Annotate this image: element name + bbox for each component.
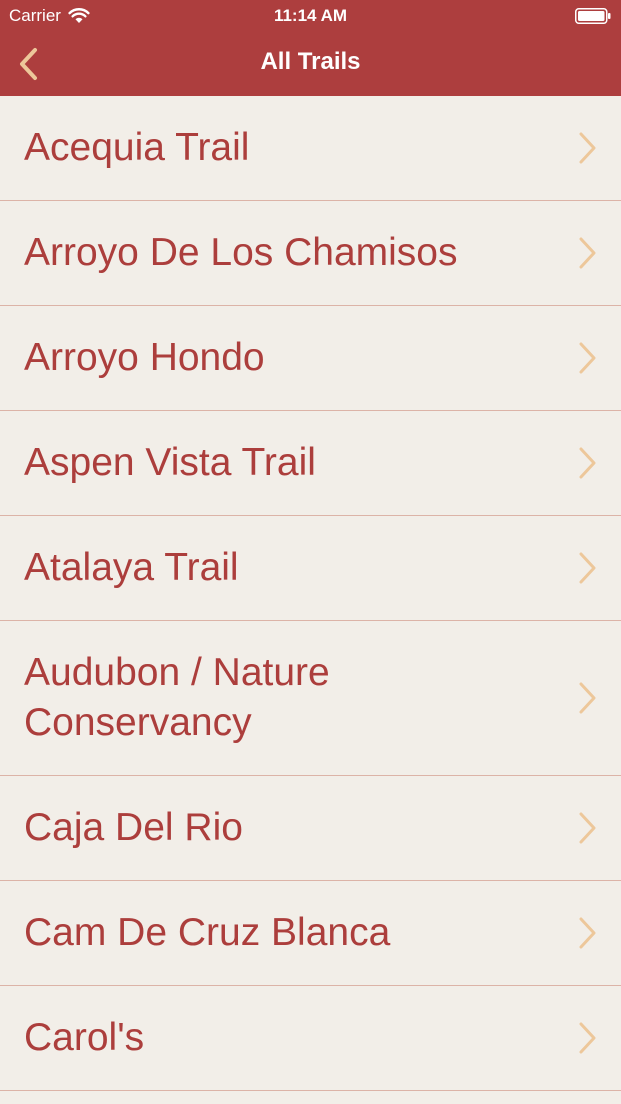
trail-row[interactable]: Cam De Cruz Blanca bbox=[0, 881, 621, 986]
trail-name: Caja Del Rio bbox=[24, 806, 243, 849]
trail-row[interactable]: Arroyo De Los Chamisos bbox=[0, 201, 621, 306]
trail-row[interactable]: Carol's bbox=[0, 986, 621, 1091]
trail-name: Arroyo Hondo bbox=[24, 336, 265, 379]
chevron-right-icon bbox=[579, 552, 596, 584]
trail-row[interactable]: Atalaya Trail bbox=[0, 516, 621, 621]
status-time: 11:14 AM bbox=[273, 6, 348, 25]
trail-row[interactable]: Caja Del Rio bbox=[0, 776, 621, 881]
chevron-right-icon bbox=[579, 682, 596, 714]
battery-icon bbox=[575, 8, 611, 24]
status-bar: Carrier 11:14 AM bbox=[0, 0, 621, 32]
trail-name: Aspen Vista Trail bbox=[24, 441, 316, 484]
trail-row[interactable]: Arroyo Hondo bbox=[0, 306, 621, 411]
trail-name: Cam De Cruz Blanca bbox=[24, 911, 391, 954]
trail-name: Atalaya Trail bbox=[24, 546, 239, 589]
chevron-right-icon bbox=[579, 132, 596, 164]
chevron-right-icon bbox=[579, 447, 596, 479]
chevron-right-icon bbox=[579, 812, 596, 844]
chevron-right-icon bbox=[579, 237, 596, 269]
trail-name: Arroyo De Los Chamisos bbox=[24, 231, 458, 274]
navigation-bar: All Trails bbox=[0, 32, 621, 96]
trail-name: Audubon / Nature Conservancy bbox=[24, 651, 330, 744]
chevron-right-icon bbox=[579, 1022, 596, 1054]
trail-list[interactable]: Acequia Trail Arroyo De Los Chamisos Arr… bbox=[0, 96, 621, 1104]
trail-name: Acequia Trail bbox=[24, 126, 250, 169]
trail-name: Carol's bbox=[24, 1016, 145, 1059]
chevron-right-icon bbox=[579, 917, 596, 949]
chevron-right-icon bbox=[579, 342, 596, 374]
trail-row[interactable]: Aspen Vista Trail bbox=[0, 411, 621, 516]
trail-row[interactable]: Acequia Trail bbox=[0, 96, 621, 201]
page-title: All Trails bbox=[260, 48, 361, 75]
header: Carrier 11:14 AM All Trails bbox=[0, 0, 621, 96]
trail-row[interactable]: Audubon / Nature Conservancy bbox=[0, 621, 621, 776]
